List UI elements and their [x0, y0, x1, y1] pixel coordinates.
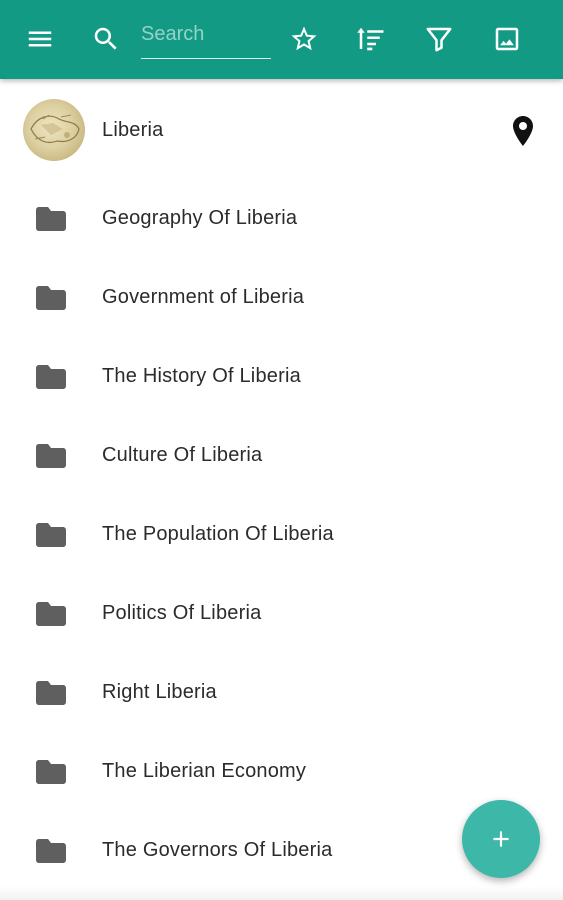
folder-label: The History Of Liberia [102, 365, 301, 387]
folder-item[interactable]: Politics Of Liberia [0, 574, 563, 653]
map-thumbnail [23, 99, 85, 161]
folder-label: Right Liberia [102, 681, 217, 703]
folder-label: Government of Liberia [102, 286, 305, 308]
sort-icon[interactable] [351, 19, 391, 59]
folder-icon [36, 364, 66, 389]
folder-icon [36, 206, 66, 231]
folder-label: Politics Of Liberia [102, 602, 262, 624]
folder-item[interactable]: Right Liberia [0, 653, 563, 732]
add-button[interactable] [462, 800, 540, 878]
folder-icon [36, 680, 66, 705]
image-icon[interactable] [487, 19, 527, 59]
folder-item[interactable]: The Liberian Economy [0, 732, 563, 811]
menu-icon[interactable] [20, 19, 60, 59]
search-icon[interactable] [86, 19, 126, 59]
app-toolbar [0, 0, 563, 79]
folder-label: The Governors Of Liberia [102, 839, 333, 861]
item-list: Liberia Geography Of Liberia Government … [0, 79, 563, 890]
list-item-label: Liberia [102, 119, 164, 141]
folder-item[interactable]: Government of Liberia [0, 258, 563, 337]
search-input[interactable] [141, 16, 269, 52]
folder-label: The Population Of Liberia [102, 523, 334, 545]
bottom-edge [0, 886, 563, 900]
folder-label: Culture Of Liberia [102, 444, 263, 466]
folder-icon [36, 601, 66, 626]
folder-icon [36, 522, 66, 547]
star-icon[interactable] [284, 19, 324, 59]
folder-label: Geography Of Liberia [102, 207, 298, 229]
folder-item[interactable]: Geography Of Liberia [0, 179, 563, 258]
plus-icon [493, 831, 509, 847]
filter-icon[interactable] [419, 19, 459, 59]
folder-icon [36, 838, 66, 863]
folder-item[interactable]: The Population Of Liberia [0, 495, 563, 574]
search-field [141, 16, 271, 59]
folder-item[interactable]: Culture Of Liberia [0, 416, 563, 495]
folder-icon [36, 759, 66, 784]
list-item-liberia[interactable]: Liberia [0, 79, 563, 179]
location-pin-icon[interactable] [511, 115, 535, 147]
folder-label: The Liberian Economy [102, 760, 307, 782]
folder-item[interactable]: The History Of Liberia [0, 337, 563, 416]
folder-icon [36, 285, 66, 310]
folder-icon [36, 443, 66, 468]
